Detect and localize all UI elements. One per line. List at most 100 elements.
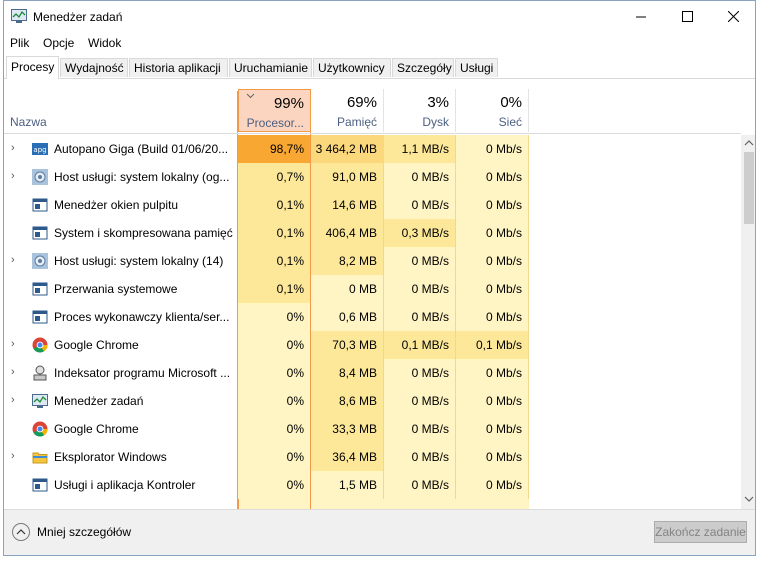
header-disk[interactable]: 3% Dysk — [384, 89, 456, 132]
network-value: 0 Mb/s — [456, 443, 529, 471]
expand-chevron-icon[interactable]: › — [11, 338, 21, 350]
disk-value: 0 MB/s — [384, 359, 456, 387]
task-manager-icon — [32, 394, 48, 408]
tab-performance[interactable]: Wydajność — [60, 58, 128, 77]
cpu-value: 0% — [238, 331, 311, 359]
memory-value: 0,6 MB — [311, 303, 384, 331]
process-row[interactable]: › Google Chrome 0% 70,3 MB 0,1 MB/s 0,1 … — [4, 331, 741, 359]
header-cpu[interactable]: 99% Procesor... — [238, 89, 311, 132]
network-value: 0 Mb/s — [456, 191, 529, 219]
tab-startup[interactable]: Uruchamianie — [229, 58, 312, 77]
process-name: Usługi i aplikacja Kontroler — [54, 478, 196, 492]
cpu-value: 0,1% — [238, 247, 311, 275]
process-row[interactable]: › Host usługi: system lokalny (og... 0,7… — [4, 163, 741, 191]
header-network[interactable]: 0% Sieć — [456, 89, 529, 132]
close-icon — [727, 11, 739, 22]
expand-chevron-icon[interactable]: › — [11, 450, 21, 462]
menu-view[interactable]: Widok — [88, 36, 121, 50]
network-value: 0 Mb/s — [456, 359, 529, 387]
minimize-button[interactable] — [619, 1, 663, 32]
vertical-scrollbar[interactable] — [741, 135, 755, 509]
process-name: Google Chrome — [54, 422, 139, 436]
expand-chevron-icon[interactable]: › — [11, 142, 21, 154]
header-name[interactable]: Nazwa — [4, 89, 238, 132]
expand-chevron-icon[interactable]: › — [11, 254, 21, 266]
process-row[interactable]: Proces wykonawczy klienta/ser... 0% 0,6 … — [4, 303, 741, 331]
process-row[interactable]: Usługi i aplikacja Kontroler 0% 1,5 MB 0… — [4, 471, 741, 499]
expand-chevron-icon[interactable]: › — [11, 394, 21, 406]
cpu-value: 0% — [238, 443, 311, 471]
tab-users[interactable]: Użytkownicy — [313, 58, 391, 77]
cpu-value: 0% — [238, 359, 311, 387]
process-row[interactable]: › apg Autopano Giga (Build 01/06/20... 9… — [4, 135, 741, 163]
cpu-value: 0% — [238, 471, 311, 499]
task-manager-icon — [11, 9, 27, 23]
disk-value: 0 MB/s — [384, 247, 456, 275]
expand-chevron-icon[interactable]: › — [11, 366, 21, 378]
header-network-label: Sieć — [498, 115, 522, 129]
menu-options[interactable]: Opcje — [43, 36, 74, 50]
process-row[interactable]: › Indeksator programu Microsoft ... 0% 8… — [4, 359, 741, 387]
close-button[interactable] — [711, 1, 755, 32]
disk-value: 0,1 MB/s — [384, 331, 456, 359]
process-row[interactable]: System i skompresowana pamięć 0,1% 406,4… — [4, 219, 741, 247]
process-row[interactable]: Google Chrome 0% 33,3 MB 0 MB/s 0 Mb/s — [4, 415, 741, 443]
disk-value: 1,1 MB/s — [384, 135, 456, 163]
header-cpu-label: Procesor... — [246, 116, 304, 130]
footer-bar: Mniej szczegółów Zakończ zadanie — [4, 509, 755, 555]
cpu-value: 0% — [238, 415, 311, 443]
process-name: Przerwania systemowe — [54, 282, 178, 296]
memory-value: 36,4 MB — [311, 443, 384, 471]
indexer-icon — [33, 365, 47, 381]
process-name: Autopano Giga (Build 01/06/20... — [54, 142, 229, 156]
end-task-button[interactable]: Zakończ zadanie — [654, 521, 747, 543]
header-cpu-percent: 99% — [273, 95, 304, 112]
tab-details[interactable]: Szczegóły — [392, 58, 454, 77]
process-name: Host usługi: system lokalny (og... — [54, 170, 230, 184]
process-row[interactable]: › Menedżer zadań 0% 8,6 MB 0 MB/s 0 Mb/s — [4, 387, 741, 415]
header-memory[interactable]: 69% Pamięć — [311, 89, 384, 132]
scroll-up-icon[interactable] — [744, 139, 754, 147]
process-name: Menedżer zadań — [54, 394, 144, 408]
window-app-icon — [32, 226, 48, 240]
window-app-icon — [32, 282, 48, 296]
cpu-value: 0,7% — [238, 163, 311, 191]
process-name: Host usługi: system lokalny (14) — [54, 254, 224, 268]
memory-value: 8,2 MB — [311, 247, 384, 275]
maximize-button[interactable] — [665, 1, 709, 32]
header-memory-percent: 69% — [346, 94, 377, 111]
network-value: 0 Mb/s — [456, 415, 529, 443]
process-row[interactable]: Menedżer okien pulpitu 0,1% 14,6 MB 0 MB… — [4, 191, 741, 219]
svg-text:apg: apg — [33, 146, 46, 154]
header-disk-percent: 3% — [427, 94, 449, 111]
process-row[interactable]: › Host usługi: system lokalny (14) 0,1% … — [4, 247, 741, 275]
header-memory-label: Pamięć — [336, 115, 377, 129]
cpu-value: 0,1% — [238, 191, 311, 219]
partial-row-cells — [311, 499, 529, 509]
cpu-value: 0% — [238, 387, 311, 415]
chrome-icon — [32, 421, 48, 437]
cpu-value: 0,1% — [238, 219, 311, 247]
fewer-details-label[interactable]: Mniej szczegółów — [37, 525, 131, 539]
process-name: System i skompresowana pamięć — [54, 226, 233, 240]
scrollbar-thumb[interactable] — [744, 152, 754, 224]
memory-value: 8,6 MB — [311, 387, 384, 415]
process-row[interactable]: Przerwania systemowe 0,1% 0 MB 0 MB/s 0 … — [4, 275, 741, 303]
disk-value: 0 MB/s — [384, 443, 456, 471]
process-row[interactable]: › Eksplorator Windows 0% 36,4 MB 0 MB/s … — [4, 443, 741, 471]
tab-processes[interactable]: Procesy — [6, 56, 59, 79]
window-app-icon — [32, 198, 48, 212]
disk-value: 0 MB/s — [384, 303, 456, 331]
fewer-details-button[interactable] — [12, 523, 30, 541]
process-name: Eksplorator Windows — [54, 450, 167, 464]
tab-app-history[interactable]: Historia aplikacji — [129, 58, 228, 77]
menu-file[interactable]: Plik — [10, 36, 29, 50]
tab-strip: Procesy Wydajność Historia aplikacji Uru… — [4, 56, 755, 79]
scroll-down-icon[interactable] — [744, 495, 754, 503]
memory-value: 0 MB — [311, 275, 384, 303]
service-gear-icon — [32, 169, 48, 185]
tab-services[interactable]: Usługi — [455, 58, 498, 77]
expand-chevron-icon[interactable]: › — [11, 170, 21, 182]
disk-value: 0 MB/s — [384, 415, 456, 443]
title-bar[interactable]: Menedżer zadań — [4, 1, 755, 32]
